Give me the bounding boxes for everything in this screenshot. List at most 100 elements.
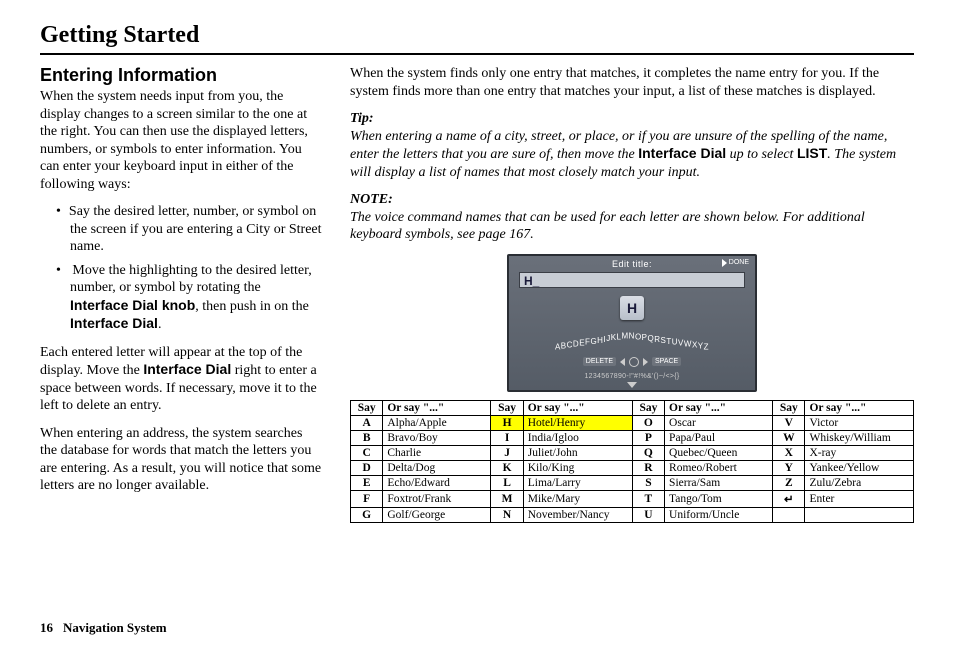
table-cell: K [491, 460, 523, 475]
body-paragraph: When entering an address, the system sea… [40, 425, 322, 495]
intro-paragraph: When the system needs input from you, th… [40, 88, 322, 193]
selected-key[interactable]: H [620, 296, 644, 320]
table-cell: November/Nancy [523, 507, 632, 522]
list-label: LIST [797, 145, 827, 161]
table-cell: C [351, 445, 383, 460]
table-cell: U [632, 507, 664, 522]
table-header: Say [773, 400, 805, 415]
table-cell [805, 507, 914, 522]
done-label: DONE [729, 259, 749, 266]
body-paragraph: When the system finds only one entry tha… [350, 65, 914, 100]
table-row: FFoxtrot/FrankMMike/MaryTTango/Tom↵Enter [351, 490, 914, 507]
alphabet-arc: ABCDEFGHIJKLMNOPQRSTUVWXYZ [509, 336, 755, 354]
arc-letter[interactable]: O [635, 332, 642, 341]
table-cell: Tango/Tom [665, 490, 773, 507]
knob-icon [629, 357, 639, 367]
phonetic-table: SayOr say "..."SayOr say "..."SayOr say … [350, 400, 914, 523]
tip-body: When entering a name of a city, street, … [350, 128, 914, 182]
table-row: DDelta/DogKKilo/KingRRomeo/RobertYYankee… [351, 460, 914, 475]
section-heading: Entering Information [40, 65, 322, 86]
table-cell: X [773, 445, 805, 460]
table-cell: Q [632, 445, 664, 460]
table-cell: Y [773, 460, 805, 475]
table-header: Say [351, 400, 383, 415]
table-cell: Delta/Dog [383, 460, 491, 475]
text-run: , then push in on the [195, 299, 309, 314]
table-cell: Juliet/John [523, 445, 632, 460]
table-cell: Lima/Larry [523, 475, 632, 490]
text-run: up to select [726, 147, 797, 162]
table-row: CCharlieJJuliet/JohnQQuebec/QueenXX-ray [351, 445, 914, 460]
table-cell: Quebec/Queen [665, 445, 773, 460]
table-cell: M [491, 490, 523, 507]
table-row: EEcho/EdwardLLima/LarrySSierra/SamZZulu/… [351, 475, 914, 490]
arc-letter[interactable]: Z [704, 342, 709, 351]
table-cell: Oscar [665, 415, 773, 430]
table-cell: Bravo/Boy [383, 430, 491, 445]
left-column: Entering Information When the system nee… [40, 65, 322, 523]
table-cell: B [351, 430, 383, 445]
page-footer: 16 Navigation System [40, 620, 167, 636]
table-cell: Mike/Mary [523, 490, 632, 507]
list-item: Say the desired letter, number, or symbo… [50, 203, 322, 256]
text-run: . [158, 317, 162, 332]
table-header: Or say "..." [523, 400, 632, 415]
tip-heading: Tip: [350, 110, 914, 128]
table-cell: Sierra/Sam [665, 475, 773, 490]
table-header: Say [632, 400, 664, 415]
table-cell [773, 507, 805, 522]
table-header: Say [491, 400, 523, 415]
table-row: AAlpha/AppleHHotel/HenryOOscarVVictor [351, 415, 914, 430]
nav-edit-title-screen: Edit title: DONE H_ H ABCDEFGHIJKLMNOPQR… [507, 254, 757, 392]
arrow-left-icon [620, 358, 625, 366]
table-header: Or say "..." [665, 400, 773, 415]
table-cell: Kilo/King [523, 460, 632, 475]
screen-title: Edit title: [509, 259, 755, 269]
arc-letter[interactable]: W [684, 339, 692, 348]
done-button[interactable]: DONE [722, 259, 749, 267]
table-cell: H [491, 415, 523, 430]
table-cell: Hotel/Henry [523, 415, 632, 430]
chapter-title: Getting Started [40, 22, 914, 55]
table-cell: J [491, 445, 523, 460]
table-cell: O [632, 415, 664, 430]
table-cell: Victor [805, 415, 914, 430]
table-cell: Alpha/Apple [383, 415, 491, 430]
table-cell: Whiskey/William [805, 430, 914, 445]
table-cell: India/Igloo [523, 430, 632, 445]
text-input[interactable]: H_ [519, 272, 745, 288]
delete-button[interactable]: DELETE [583, 357, 616, 366]
arc-letter[interactable]: G [590, 336, 597, 345]
table-cell: G [351, 507, 383, 522]
arrow-down-icon [627, 382, 637, 388]
table-cell: L [491, 475, 523, 490]
table-cell: P [632, 430, 664, 445]
page-columns: Entering Information When the system nee… [40, 65, 914, 523]
interface-dial-label: Interface Dial [638, 145, 726, 161]
table-cell: Foxtrot/Frank [383, 490, 491, 507]
arc-letter[interactable]: Q [648, 334, 655, 343]
space-button[interactable]: SPACE [652, 357, 681, 366]
arc-letter[interactable]: M [621, 331, 628, 340]
table-cell: Enter [805, 490, 914, 507]
table-cell: R [632, 460, 664, 475]
table-cell: Z [773, 475, 805, 490]
body-paragraph: Each entered letter will appear at the t… [40, 344, 322, 415]
page-number: 16 [40, 620, 53, 635]
table-cell: Uniform/Uncle [665, 507, 773, 522]
list-item: Move the highlighting to the desired let… [50, 262, 322, 334]
table-cell: V [773, 415, 805, 430]
table-cell: T [632, 490, 664, 507]
publication-name: Navigation System [63, 620, 167, 635]
table-header: Or say "..." [805, 400, 914, 415]
table-cell: F [351, 490, 383, 507]
digit-row: 1234567890-!"#!%&'()~/<>{} [509, 373, 755, 380]
table-cell: W [773, 430, 805, 445]
text-run: Move the highlighting to the desired let… [70, 263, 312, 296]
arrow-right-icon [643, 358, 648, 366]
right-column: When the system finds only one entry tha… [350, 65, 914, 523]
table-cell: I [491, 430, 523, 445]
input-methods-list: Say the desired letter, number, or symbo… [50, 203, 322, 334]
table-cell: Zulu/Zebra [805, 475, 914, 490]
table-cell: Charlie [383, 445, 491, 460]
